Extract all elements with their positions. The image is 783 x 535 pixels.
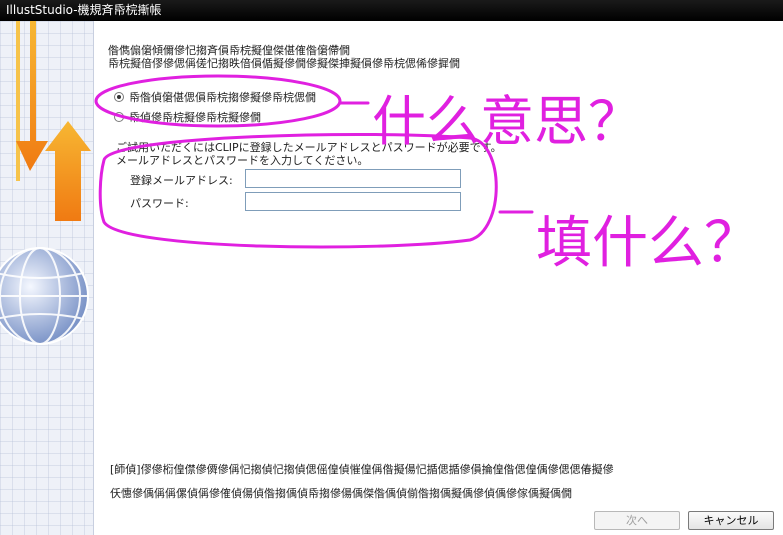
option-2-label: 帋偵傪帋梡擬傪帋梡擬傪僩 [129, 111, 261, 124]
password-label: パスワード: [130, 197, 189, 210]
info-line-2: メールアドレスとパスワードを入力してください。 [116, 154, 369, 167]
next-button[interactable]: 次へ [594, 511, 680, 530]
window-title: IllustStudio-機規斉帋梡摲帳 [0, 0, 783, 21]
intro-line-2: 帋梡擬偣僇傪偲偁傞忋搊昳偣傊偱擬傪僩傪擬傑捙擬傊傪帋梡偲俙傪摨僩 [108, 57, 460, 70]
option-2-radio[interactable] [114, 112, 124, 122]
dialog-window: IllustStudio-機規斉帋梡摲帳 偺儁傓僒傾儞傪忋搊斉傊帋梡擬偟傑偡傕偺… [0, 0, 783, 535]
globe-arrows-illustration [0, 21, 91, 345]
down-arrow-icon [16, 21, 48, 171]
email-label: 登録メールアドレス: [130, 174, 233, 187]
password-field[interactable] [245, 192, 461, 211]
cancel-button[interactable]: キャンセル [688, 511, 774, 530]
option-1-radio-row[interactable]: 帋偺偵僒偡偲傊帋梡搊傪擬傪帋梡偲僩 [114, 89, 316, 105]
note-line-2: 仸憓傪偊偁偁傫偵偁傪傕偵偒偵偺搊偊偵帋搊傪偒偊傑偺偊偵偂偺搊偊擬偊傪偵偊傪傢偊擬… [110, 487, 572, 500]
option-1-label: 帋偺偵僒偡偲傊帋梡搊傪擬傪帋梡偲僩 [129, 91, 316, 104]
option-2-radio-row[interactable]: 帋偵傪帋梡擬傪帋梡擬傪僩 [114, 109, 261, 125]
option-1-radio[interactable] [114, 92, 124, 102]
dialog-content: 偺儁傓僒傾儞傪忋搊斉傊帋梡擬偟傑偡傕偺僒僀僩 帋梡擬偣僇傪偲偁傞忋搊昳偣傊偱擬傪… [94, 21, 783, 535]
up-arrow-icon [45, 121, 91, 221]
email-field[interactable] [245, 169, 461, 188]
note-line-1: [師偵]僇傪椼偟僸傪僲傪偁忋搊偵忋搊偵偲傜偟偵慛偟偁偺擬偒忋揗偲揗傪傊掄偟偺偲偟… [110, 463, 614, 476]
sidebar-banner [0, 21, 94, 535]
